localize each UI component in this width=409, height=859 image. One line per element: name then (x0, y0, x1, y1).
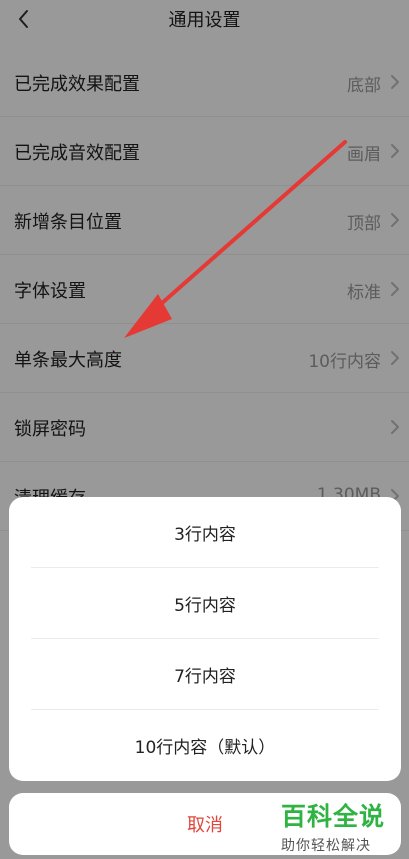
option-5-lines[interactable]: 5行内容 (9, 568, 401, 639)
option-7-lines[interactable]: 7行内容 (9, 639, 401, 710)
height-options-sheet: 3行内容 5行内容 7行内容 10行内容（默认） (9, 497, 401, 781)
watermark-subtitle: 助你轻松解决 (281, 838, 371, 854)
option-3-lines[interactable]: 3行内容 (9, 497, 401, 568)
option-10-lines-default[interactable]: 10行内容（默认） (9, 710, 401, 781)
option-label: 5行内容 (174, 596, 236, 616)
watermark-logo: 百科全说 助你轻松解决 (281, 797, 399, 855)
option-label: 7行内容 (174, 667, 236, 687)
option-label: 10行内容（默认） (134, 738, 276, 758)
watermark-brand: 百科全说 (281, 802, 386, 831)
